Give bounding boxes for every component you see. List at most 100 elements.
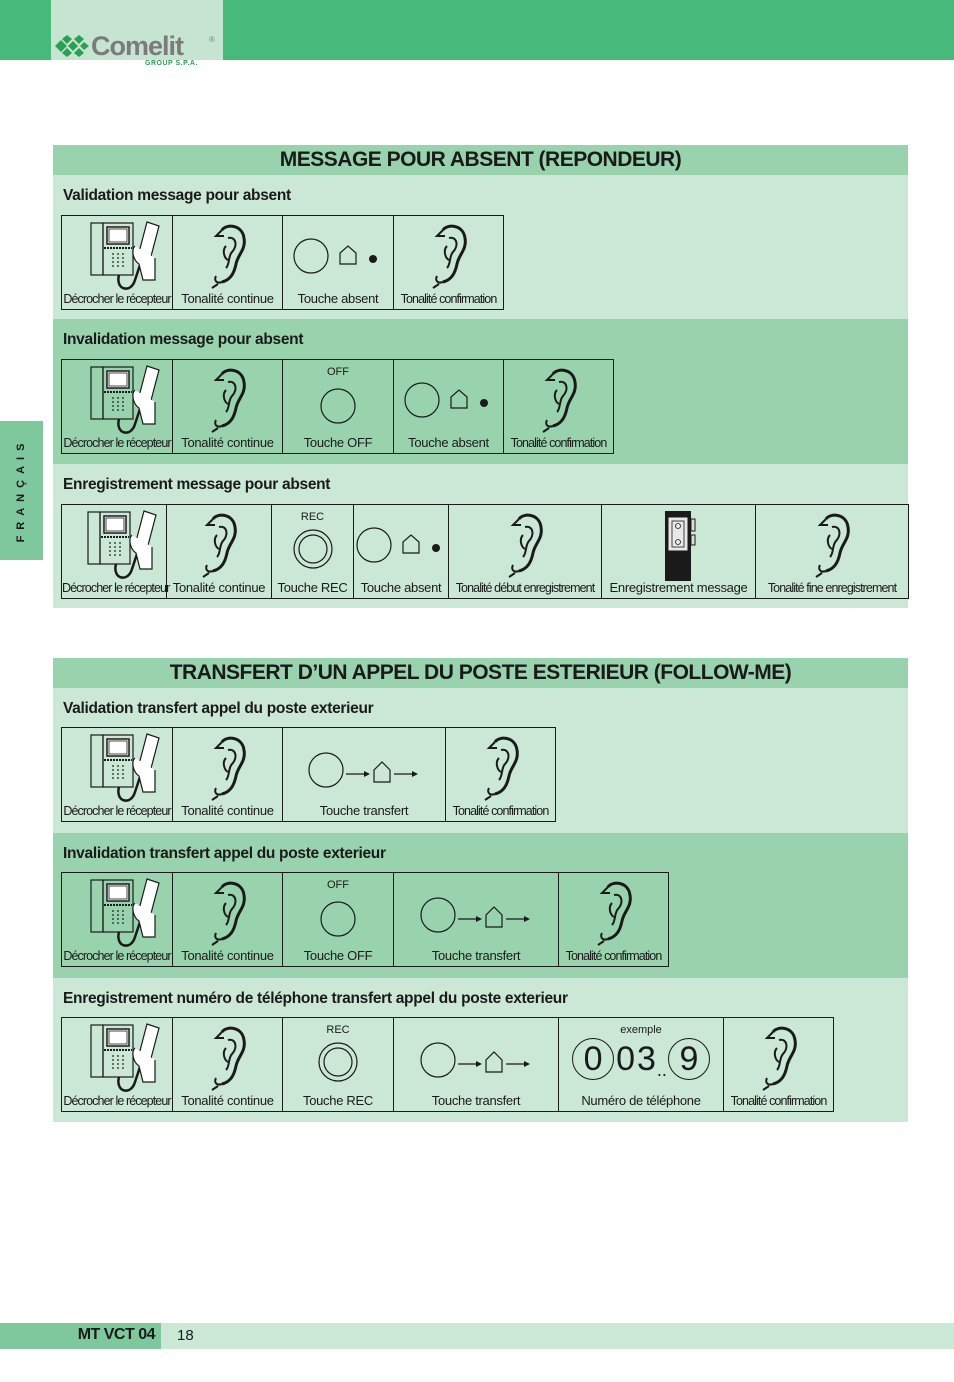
transfer-key-icon xyxy=(420,895,532,940)
transfer-key-icon xyxy=(308,750,420,795)
step-cell: Tonalité confirmation xyxy=(446,728,555,821)
step-cell: Enregistrement message xyxy=(602,505,756,598)
step-cell: Tonalité continue xyxy=(173,873,283,966)
step-label: Tonalité continue xyxy=(172,580,266,595)
step-label: Touche REC xyxy=(303,1093,373,1108)
step-label: Tonalité continue xyxy=(181,948,274,963)
step-cell: Tonalité continue xyxy=(173,360,283,453)
page-number: 18 xyxy=(177,1327,194,1344)
phone-handset-icon xyxy=(69,877,165,956)
subsection-title: Validation message pour absent xyxy=(63,187,291,204)
step-label: Décrocher le récepteur xyxy=(63,292,171,306)
step-label: Tonalité confirmation xyxy=(400,292,498,306)
footer-code-box: MT VCT 04 xyxy=(0,1323,161,1349)
step-cell: Tonalité continue xyxy=(167,505,272,598)
step-label: Tonalité confirmation xyxy=(565,949,663,963)
subsection-title: Validation transfert appel du poste exte… xyxy=(63,700,374,717)
step-label: Tonalité confirmation xyxy=(730,1094,828,1108)
document-code: MT VCT 04 xyxy=(77,1326,156,1343)
step-cell: Tonalité fine enregistrement xyxy=(756,505,908,598)
absent-key-icon xyxy=(356,523,446,572)
ear-icon xyxy=(208,1024,248,1099)
step-cell: REC Touche REC xyxy=(272,505,354,598)
step-sequence: Décrocher le récepteur Tonalité continue… xyxy=(61,504,909,599)
phone-handset-icon xyxy=(69,220,165,299)
subsection-title: Enregistrement numéro de téléphone trans… xyxy=(63,990,568,1007)
step-label: Touche absent xyxy=(360,580,442,595)
subsection: Invalidation transfert appel du poste ex… xyxy=(53,833,908,978)
section-title: MESSAGE POUR ABSENT (REPONDEUR) xyxy=(53,145,908,175)
step-cell: Tonalité continue xyxy=(173,728,283,821)
brand-name: Comelit xyxy=(91,31,184,61)
step-sequence: Décrocher le récepteur Tonalité continue… xyxy=(61,359,614,454)
rec-key-icon xyxy=(291,529,335,574)
step-sequence: Décrocher le récepteur Tonalité continue… xyxy=(61,727,556,822)
section-title: TRANSFERT D’UN APPEL DU POSTE ESTERIEUR … xyxy=(53,658,908,688)
ear-icon xyxy=(594,879,634,954)
step-cell: Tonalité confirmation xyxy=(504,360,613,453)
step-cell: Tonalité continue xyxy=(173,216,283,309)
phone-handset-icon xyxy=(66,509,162,588)
ear-icon xyxy=(208,222,248,297)
step-cell: exemple 0 0 3.. 9 Numéro de téléphone xyxy=(559,1018,724,1111)
step-cell: Tonalité continue xyxy=(173,1018,283,1111)
section-message-absent: MESSAGE POUR ABSENT (REPONDEUR) Validatio… xyxy=(53,145,909,608)
step-label: Tonalité confirmation xyxy=(452,804,550,818)
step-label: Enregistrement message xyxy=(609,580,748,595)
step-cell: Décrocher le récepteur xyxy=(62,873,173,966)
step-label: Touche OFF xyxy=(303,435,373,450)
step-cell: Décrocher le récepteur xyxy=(62,1018,173,1111)
step-cell: Touche transfert xyxy=(283,728,446,821)
step-cell: Tonalité confirmation xyxy=(724,1018,833,1111)
key-caption: OFF xyxy=(327,879,349,891)
step-sequence: Décrocher le récepteur Tonalité continue… xyxy=(61,215,504,310)
step-cell: Tonalité début enregistrement xyxy=(449,505,602,598)
step-cell: Touche absent xyxy=(394,360,504,453)
off-key-icon xyxy=(318,899,358,944)
step-label: Tonalité continue xyxy=(181,435,274,450)
subsection-title: Enregistrement message pour absent xyxy=(63,476,331,493)
step-label: Touche absent xyxy=(408,435,489,450)
ear-icon xyxy=(199,511,239,586)
subsection: Enregistrement message pour absent Décro… xyxy=(53,464,909,608)
step-label: Décrocher le récepteur xyxy=(63,949,171,963)
step-cell: Touche absent xyxy=(283,216,394,309)
step-label: Tonalité fine enregistrement xyxy=(767,581,897,595)
step-cell: Décrocher le récepteur xyxy=(62,360,173,453)
ear-icon xyxy=(208,879,248,954)
subsection: Validation transfert appel du poste exte… xyxy=(53,688,908,833)
step-cell: REC Touche REC xyxy=(283,1018,394,1111)
subsection-title: Invalidation transfert appel du poste ex… xyxy=(63,845,386,862)
digit: 0 xyxy=(616,1040,635,1078)
subsection-title: Invalidation message pour absent xyxy=(63,331,304,348)
phone-number-icon: 0 0 3.. 9 xyxy=(559,1038,723,1080)
comelit-logo-mark-icon xyxy=(55,35,89,57)
step-label: Tonalité continue xyxy=(181,291,274,306)
key-caption: OFF xyxy=(327,366,349,378)
step-cell: Décrocher le récepteur xyxy=(62,728,173,821)
key-caption: exemple xyxy=(620,1024,662,1036)
step-sequence: Décrocher le récepteur Tonalité continue… xyxy=(61,872,669,967)
step-cell: OFF Touche OFF xyxy=(283,873,394,966)
footer: MT VCT 04 18 xyxy=(0,1323,954,1349)
rec-key-icon xyxy=(316,1042,360,1087)
transfer-key-icon xyxy=(420,1040,532,1085)
recorder-icon xyxy=(659,509,699,588)
subsection: Invalidation message pour absent Décroch… xyxy=(53,319,908,464)
brand-group: GROUP S.P.A. xyxy=(145,60,198,67)
step-label: Décrocher le récepteur xyxy=(63,1094,171,1108)
step-label: Numéro de téléphone xyxy=(581,1093,701,1108)
phone-handset-icon xyxy=(69,364,165,443)
subsection: Validation message pour absent Décrocher… xyxy=(53,175,908,319)
step-label: Touche absent xyxy=(297,291,379,306)
ear-icon xyxy=(759,1024,799,1099)
key-caption: REC xyxy=(300,511,325,523)
phone-handset-icon xyxy=(69,1022,165,1101)
step-label: Tonalité continue xyxy=(181,803,274,818)
step-cell: Décrocher le récepteur xyxy=(62,505,170,598)
ear-icon xyxy=(481,734,521,809)
step-cell: Touche transfert xyxy=(394,1018,559,1111)
comelit-logo: Comelit ® xyxy=(55,31,215,61)
step-cell: Touche transfert xyxy=(394,873,559,966)
circled-digit: 9 xyxy=(667,1038,710,1080)
